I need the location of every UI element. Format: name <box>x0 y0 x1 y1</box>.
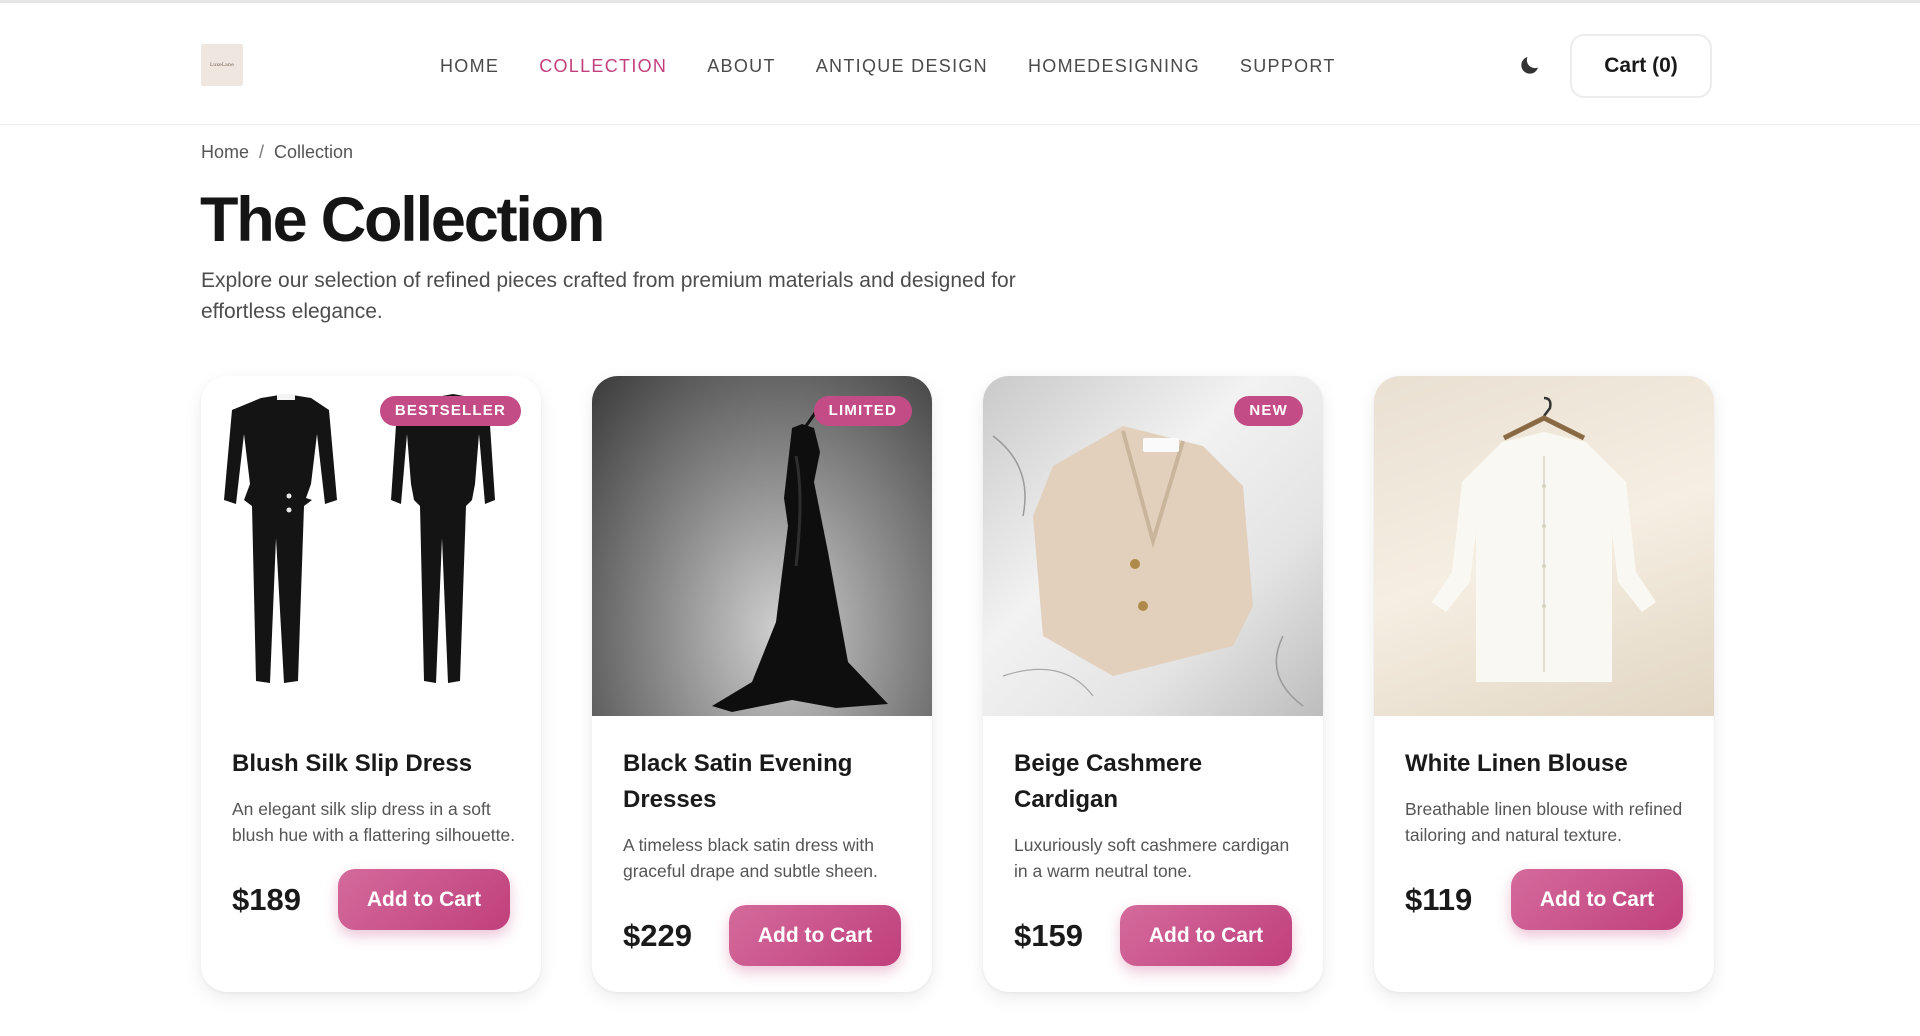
product-card[interactable]: BESTSELLER Blush Silk Slip Dress An eleg… <box>201 376 541 992</box>
nav-item-about[interactable]: ABOUT <box>707 52 776 80</box>
nav-item-support[interactable]: SUPPORT <box>1240 52 1336 80</box>
breadcrumb-current: Collection <box>274 142 354 162</box>
product-title[interactable]: Black Satin Evening Dresses <box>623 746 913 818</box>
nav-item-homedesigning[interactable]: HOMEDESIGNING <box>1028 52 1200 80</box>
product-description: Breathable linen blouse with refined tai… <box>1405 799 1683 845</box>
brand-logo[interactable]: LuxeLane <box>201 44 243 86</box>
product-card[interactable]: White Linen Blouse Breathable linen blou… <box>1374 376 1714 992</box>
badge-new: NEW <box>1234 396 1303 426</box>
product-description: An elegant silk slip dress in a soft blu… <box>232 799 516 845</box>
add-to-cart-button[interactable]: Add to Cart <box>729 905 901 966</box>
product-title[interactable]: White Linen Blouse <box>1405 746 1695 782</box>
product-title[interactable]: Blush Silk Slip Dress <box>232 746 522 782</box>
add-to-cart-button[interactable]: Add to Cart <box>1511 869 1683 930</box>
page-title: The Collection <box>200 185 605 255</box>
product-card[interactable]: NEW Beige Cashmere Cardigan Luxuriously … <box>983 376 1323 992</box>
moon-icon[interactable] <box>1518 53 1542 77</box>
product-price: $189 <box>232 881 301 917</box>
main-nav: HOME COLLECTION ABOUT ANTIQUE DESIGN HOM… <box>440 52 1376 80</box>
product-image-dress[interactable]: LIMITED <box>592 376 932 716</box>
product-price: $229 <box>623 917 692 953</box>
nav-item-antique-design[interactable]: ANTIQUE DESIGN <box>816 52 988 80</box>
site-header: LuxeLane HOME COLLECTION ABOUT ANTIQUE D… <box>0 3 1920 125</box>
nav-item-collection[interactable]: COLLECTION <box>539 52 667 80</box>
cart-button[interactable]: Cart (0) <box>1570 34 1712 98</box>
badge-bestseller: BESTSELLER <box>379 396 521 426</box>
page-intro: Explore our selection of refined pieces … <box>201 269 1016 323</box>
product-image-suit[interactable]: BESTSELLER <box>201 376 541 716</box>
product-description: Luxuriously soft cashmere cardigan in a … <box>1014 835 1290 881</box>
product-card[interactable]: LIMITED Black Satin Evening Dresses A ti… <box>592 376 932 992</box>
breadcrumb: Home / Collection <box>201 142 353 163</box>
product-image-cardigan[interactable]: NEW <box>983 376 1323 716</box>
product-title[interactable]: Beige Cashmere Cardigan <box>1014 746 1304 818</box>
add-to-cart-button[interactable]: Add to Cart <box>338 869 510 930</box>
add-to-cart-button[interactable]: Add to Cart <box>1120 905 1292 966</box>
logo-text: LuxeLane <box>210 62 234 68</box>
product-image-blouse[interactable] <box>1374 376 1714 716</box>
product-price: $159 <box>1014 917 1083 953</box>
nav-item-home[interactable]: HOME <box>440 52 499 80</box>
product-description: A timeless black satin dress with gracef… <box>623 835 878 881</box>
product-grid: BESTSELLER Blush Silk Slip Dress An eleg… <box>201 376 1714 992</box>
breadcrumb-home[interactable]: Home <box>201 142 249 163</box>
breadcrumb-separator: / <box>259 142 265 162</box>
badge-limited: LIMITED <box>813 396 912 426</box>
product-price: $119 <box>1405 881 1473 917</box>
